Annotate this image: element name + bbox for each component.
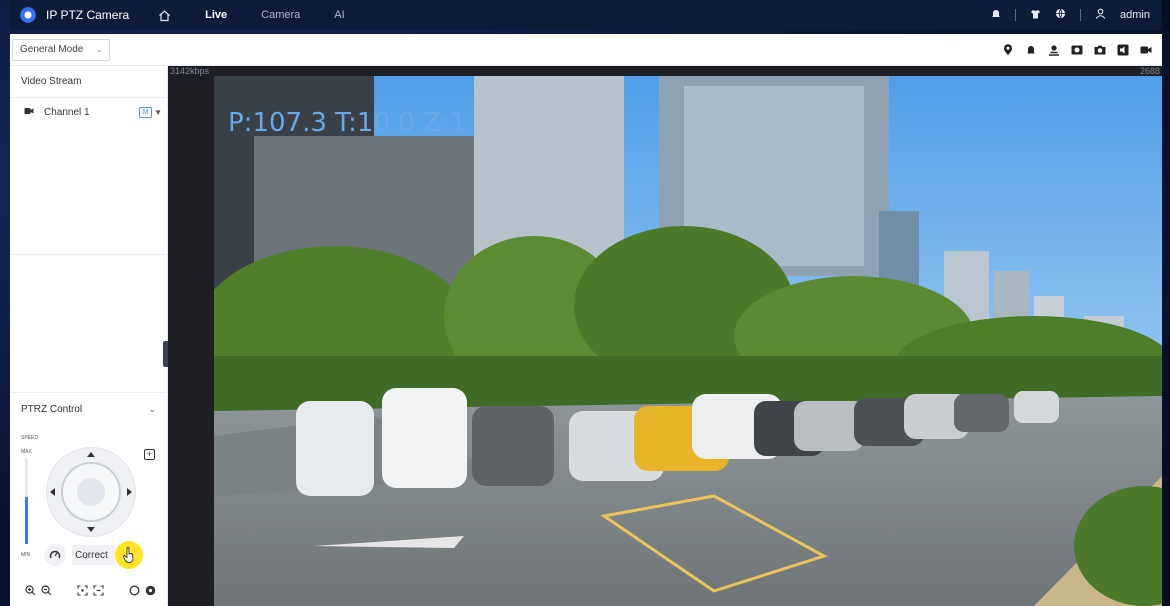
iris-close-icon[interactable]	[144, 584, 156, 596]
zoom-out-icon[interactable]	[40, 584, 52, 596]
chevron-down-icon: ⌄	[95, 44, 103, 54]
divider	[1080, 9, 1082, 21]
zoom-in-icon[interactable]	[24, 584, 36, 596]
iris-open-icon[interactable]	[128, 584, 140, 596]
video-scene-image	[214, 76, 1162, 606]
audio-icon[interactable]	[1117, 44, 1129, 56]
brand-name: IP PTZ Camera	[46, 8, 130, 22]
mode-select-value: General Mode	[20, 44, 84, 55]
user-name[interactable]: admin	[1120, 9, 1150, 21]
correct-button[interactable]: Correct	[72, 545, 115, 565]
camera-icon	[24, 107, 36, 118]
shirt-icon[interactable]	[1030, 9, 1041, 22]
divider	[10, 97, 168, 98]
snapshot-icon[interactable]	[1094, 44, 1106, 56]
speed-slider-fill	[25, 496, 28, 544]
location-pin-icon[interactable]	[1002, 43, 1014, 56]
ptz-control-title: PTRZ Control	[21, 404, 83, 415]
ptz-position-overlay: P:107.3 T:10.0 Z:1	[228, 108, 467, 138]
arrow-right-icon[interactable]	[127, 488, 132, 496]
toolbar-icons	[1002, 43, 1152, 56]
arrow-left-icon[interactable]	[50, 488, 55, 496]
divider	[1015, 9, 1017, 21]
chevron-down-icon[interactable]: ▼	[154, 108, 162, 117]
live-video[interactable]: P:107.3 T:10.0 Z:1	[214, 76, 1162, 606]
mode-select[interactable]: General Mode ⌄	[12, 38, 110, 61]
focus-far-icon[interactable]	[92, 584, 104, 596]
joystick-knob[interactable]	[61, 462, 121, 522]
left-panel: Video Stream Channel 1 M ▼ PTRZ Control …	[10, 66, 168, 606]
arrow-down-icon[interactable]	[87, 527, 95, 532]
speed-slider[interactable]	[25, 458, 28, 544]
record-icon[interactable]	[1071, 44, 1083, 56]
top-right-tools: admin	[991, 8, 1150, 22]
ptz-action-icons	[24, 584, 164, 596]
app-frame: IP PTZ Camera Live Camera AI admin Gener…	[0, 0, 1170, 606]
add-preset-icon[interactable]: +	[144, 449, 155, 460]
bell-icon[interactable]	[991, 8, 1001, 22]
alarm-icon[interactable]	[1025, 44, 1037, 56]
top-nav-bar: IP PTZ Camera Live Camera AI admin	[10, 0, 1162, 30]
ptz-control-header[interactable]: PTRZ Control ⌄	[10, 404, 168, 415]
home-icon[interactable]	[157, 8, 171, 22]
live-toolbar: General Mode ⌄	[10, 34, 1162, 66]
video-icon[interactable]	[1140, 44, 1152, 56]
nav-live[interactable]: Live	[205, 9, 227, 21]
channel-label: Channel 1	[44, 107, 90, 118]
ptz-joystick[interactable]	[46, 447, 136, 537]
brand-logo-icon	[20, 7, 36, 23]
bitrate-readout: 3142kbps	[170, 66, 210, 76]
focus-near-icon[interactable]	[76, 584, 88, 596]
resolution-readout: 2688	[1139, 66, 1160, 76]
chevron-down-icon: ⌄	[148, 404, 156, 414]
divider	[10, 392, 168, 393]
audio-talk-icon[interactable]	[1048, 44, 1060, 56]
speed-dial-icon[interactable]	[44, 544, 66, 566]
video-area: 3142kbps 2688 P:107.3 T:10.0 Z:1	[168, 66, 1162, 606]
channel-item[interactable]: Channel 1 M ▼	[24, 107, 162, 118]
speed-label: SPEED	[21, 435, 38, 441]
video-stream-title: Video Stream	[21, 76, 82, 87]
stream-type-badge[interactable]: M	[139, 107, 153, 118]
user-icon[interactable]	[1095, 8, 1106, 22]
max-label: MAX	[21, 449, 32, 455]
nav-ai[interactable]: AI	[334, 9, 344, 21]
joystick-center	[77, 478, 105, 506]
divider	[10, 254, 168, 255]
nav-camera[interactable]: Camera	[261, 9, 300, 21]
correct-row: Correct	[44, 544, 115, 566]
globe-icon[interactable]	[1055, 8, 1066, 22]
arrow-up-icon[interactable]	[87, 452, 95, 457]
cursor-highlight	[115, 541, 143, 569]
min-label: MIN	[21, 552, 31, 558]
